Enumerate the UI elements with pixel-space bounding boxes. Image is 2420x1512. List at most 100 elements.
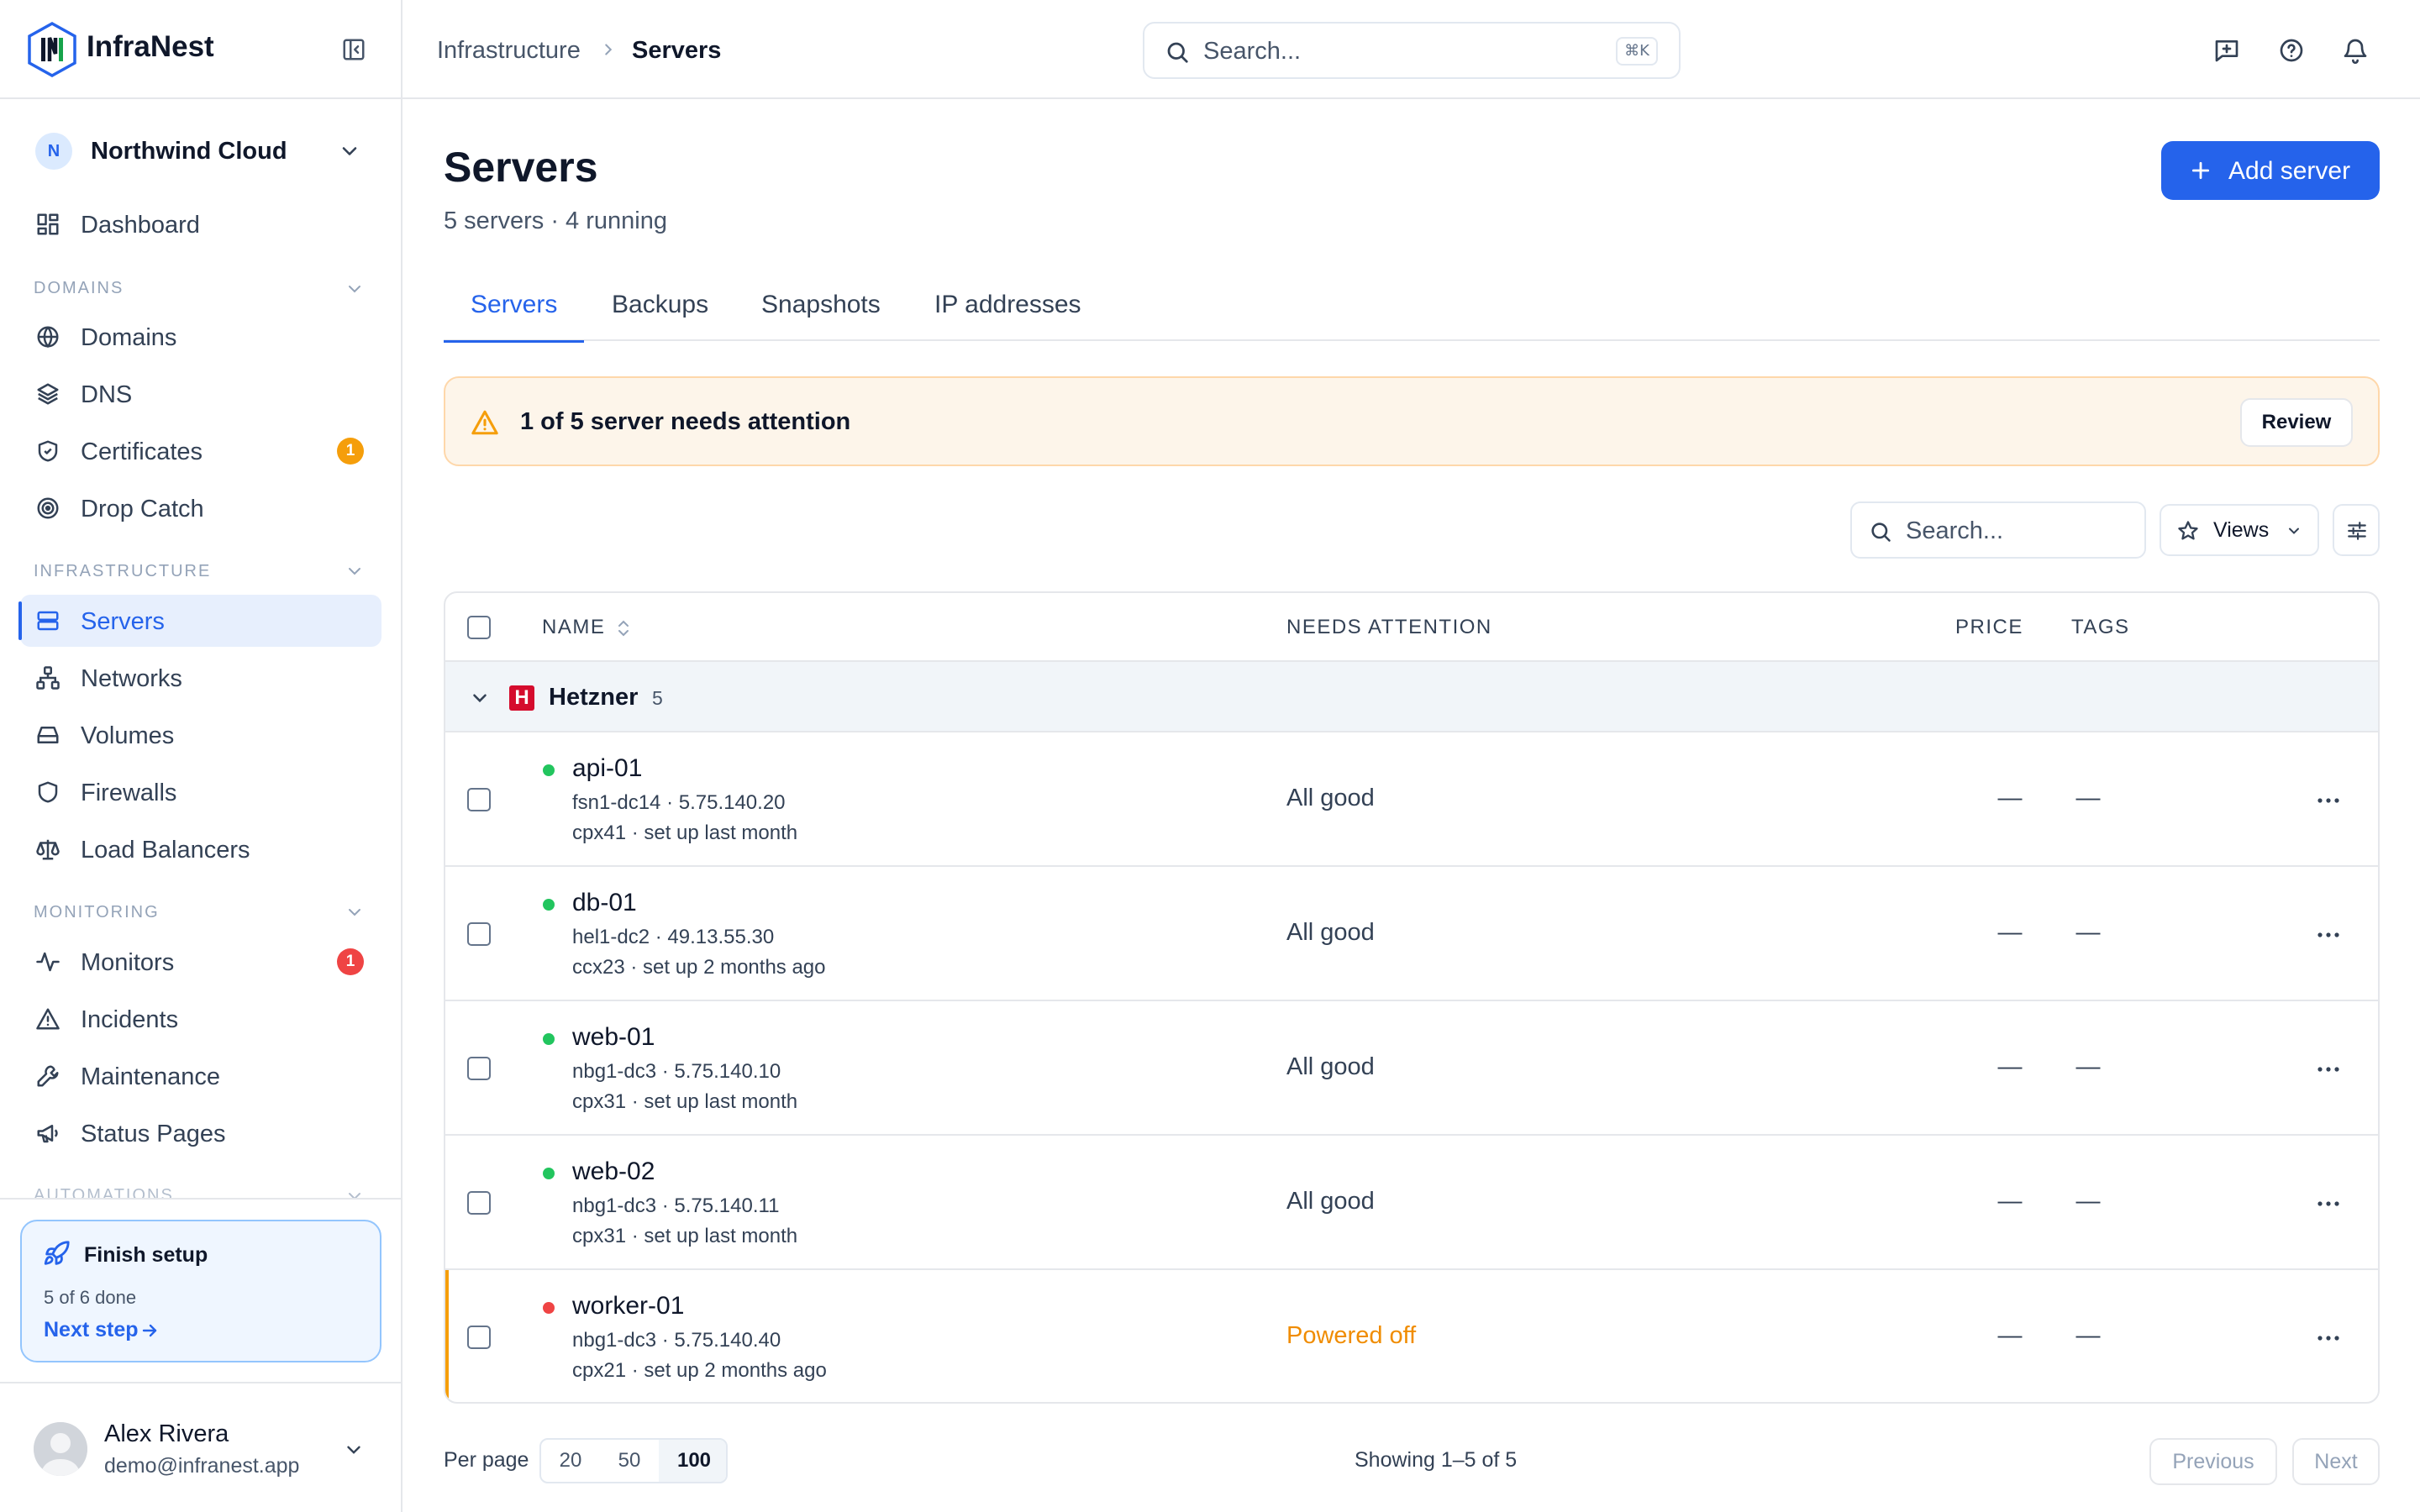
sidebar-item-label: Dashboard — [81, 212, 200, 239]
review-button[interactable]: Review — [2240, 398, 2353, 447]
user-name: Alex Rivera — [104, 1420, 229, 1447]
table-row[interactable]: web-02 nbg1-dc3 · 5.75.140.11 cpx31 · se… — [445, 1136, 2378, 1270]
chevron-down-icon[interactable] — [345, 279, 365, 299]
sidebar-item-label: Servers — [81, 608, 165, 635]
app-name: InfraNest — [87, 30, 214, 63]
sidebar-item-domains[interactable]: Domains — [20, 311, 381, 363]
user-menu[interactable]: Alex Rivera demo@infranest.app — [0, 1382, 401, 1512]
hard-drive-icon — [37, 727, 59, 743]
next-page-button[interactable]: Next — [2292, 1438, 2380, 1485]
alert-triangle-icon — [36, 1008, 60, 1030]
chevron-down-icon[interactable] — [345, 561, 365, 581]
server-location: hel1-dc2 · 49.13.55.30 — [572, 926, 775, 948]
tab-servers[interactable]: Servers — [443, 291, 585, 343]
sidebar-item-certificates[interactable]: Certificates 1 — [20, 425, 381, 477]
finish-setup-card: Finish setup 5 of 6 done Next step — [20, 1220, 381, 1362]
server-location: nbg1-dc3 · 5.75.140.10 — [572, 1060, 781, 1083]
status-dot — [543, 764, 555, 776]
server-name[interactable]: web-01 — [572, 1023, 655, 1052]
row-checkbox[interactable] — [467, 788, 491, 811]
chevron-down-icon[interactable] — [345, 902, 365, 922]
add-server-button[interactable]: Add server — [2161, 141, 2380, 200]
sidebar-item-maintenance[interactable]: Maintenance — [20, 1050, 381, 1102]
more-horizontal-icon[interactable] — [2314, 1057, 2343, 1082]
feedback-icon[interactable] — [2213, 37, 2240, 64]
server-tags: — — [2075, 1188, 2101, 1215]
sidebar-item-label: Certificates — [81, 438, 203, 465]
column-header-price: PRICE — [1955, 616, 2023, 638]
chevron-down-icon[interactable] — [469, 687, 491, 709]
pagination-summary: Showing 1–5 of 5 — [1355, 1448, 1518, 1472]
global-search[interactable]: ⌘K — [1143, 22, 1681, 79]
attention-status: All good — [1286, 1188, 1375, 1215]
table-search[interactable] — [1850, 501, 2146, 559]
server-name[interactable]: db-01 — [572, 889, 637, 917]
column-header-name[interactable]: NAME — [542, 616, 605, 639]
views-dropdown[interactable]: Views — [2160, 504, 2319, 556]
table-row[interactable]: web-01 nbg1-dc3 · 5.75.140.10 cpx31 · se… — [445, 1001, 2378, 1136]
sidebar-item-status-pages[interactable]: Status Pages — [20, 1107, 381, 1159]
chevron-down-icon — [347, 1446, 360, 1454]
row-checkbox[interactable] — [467, 1057, 491, 1080]
per-page-option-100[interactable]: 100 — [659, 1440, 726, 1482]
tab-snapshots[interactable]: Snapshots — [761, 291, 881, 341]
help-circle-icon[interactable] — [2278, 37, 2305, 64]
row-checkbox[interactable] — [467, 922, 491, 946]
sidebar-item-dashboard[interactable]: Dashboard — [20, 198, 381, 250]
row-checkbox[interactable] — [467, 1191, 491, 1215]
sidebar-item-label: Load Balancers — [81, 837, 250, 864]
server-location: fsn1-dc14 · 5.75.140.20 — [572, 791, 786, 814]
provider-group-row[interactable]: H Hetzner 5 — [445, 662, 2378, 732]
table-row[interactable]: worker-01 nbg1-dc3 · 5.75.140.40 cpx21 ·… — [445, 1270, 2378, 1402]
arrow-right-icon[interactable] — [139, 1320, 160, 1341]
select-all-checkbox[interactable] — [467, 616, 491, 639]
setup-title: Finish setup — [84, 1243, 208, 1267]
table-row[interactable]: api-01 fsn1-dc14 · 5.75.140.20 cpx41 · s… — [445, 732, 2378, 867]
row-checkbox[interactable] — [467, 1326, 491, 1349]
more-horizontal-icon[interactable] — [2314, 1191, 2343, 1216]
more-horizontal-icon[interactable] — [2314, 788, 2343, 813]
sidebar-item-firewalls[interactable]: Firewalls — [20, 766, 381, 818]
sidebar-item-load-balancers[interactable]: Load Balancers — [20, 823, 381, 875]
search-input[interactable] — [1203, 34, 1607, 69]
tab-backups[interactable]: Backups — [612, 291, 708, 341]
per-page-option-50[interactable]: 50 — [600, 1440, 659, 1482]
breadcrumb-infrastructure[interactable]: Infrastructure — [437, 37, 581, 65]
server-name[interactable]: web-02 — [572, 1158, 655, 1186]
table-search-input[interactable] — [1906, 513, 2133, 549]
per-page-label: Per page — [444, 1448, 529, 1472]
sidebar-collapse-icon[interactable] — [341, 37, 366, 62]
org-switcher[interactable]: N Northwind Cloud — [20, 121, 376, 181]
more-horizontal-icon[interactable] — [2314, 922, 2343, 948]
sidebar-item-incidents[interactable]: Incidents — [20, 993, 381, 1045]
more-horizontal-icon[interactable] — [2314, 1326, 2343, 1351]
server-name[interactable]: api-01 — [572, 754, 642, 783]
sidebar-item-networks[interactable]: Networks — [20, 652, 381, 704]
search-shortcut: ⌘K — [1616, 37, 1658, 66]
sort-icon[interactable] — [615, 618, 632, 638]
chevron-down-icon — [342, 147, 357, 155]
group-name: Hetzner — [549, 684, 639, 711]
status-dot — [543, 1033, 555, 1045]
tab-ip-addresses[interactable]: IP addresses — [934, 291, 1081, 341]
previous-page-button[interactable]: Previous — [2149, 1438, 2277, 1485]
chevron-down-icon[interactable] — [345, 1186, 365, 1198]
column-settings-button[interactable] — [2333, 504, 2380, 556]
sidebar-item-servers[interactable]: Servers — [18, 595, 381, 647]
globe-icon — [37, 326, 59, 349]
per-page-option-20[interactable]: 20 — [541, 1440, 600, 1482]
sidebar-item-monitors[interactable]: Monitors 1 — [20, 936, 381, 988]
server-name[interactable]: worker-01 — [572, 1292, 684, 1320]
status-dot — [543, 1168, 555, 1179]
sidebar-item-drop-catch[interactable]: Drop Catch — [20, 482, 381, 534]
bell-icon[interactable] — [2342, 37, 2369, 64]
server-tags: — — [2075, 785, 2101, 811]
server-meta: ccx23 · set up 2 months ago — [572, 956, 826, 979]
table-row[interactable]: db-01 hel1-dc2 · 49.13.55.30 ccx23 · set… — [445, 867, 2378, 1001]
sidebar-item-dns[interactable]: DNS — [20, 368, 381, 420]
page-title: Servers — [444, 144, 598, 191]
shield-check-icon — [38, 440, 58, 462]
next-step-link[interactable]: Next step — [44, 1318, 139, 1342]
server-price: — — [1997, 1322, 2023, 1349]
sidebar-item-volumes[interactable]: Volumes — [20, 709, 381, 761]
